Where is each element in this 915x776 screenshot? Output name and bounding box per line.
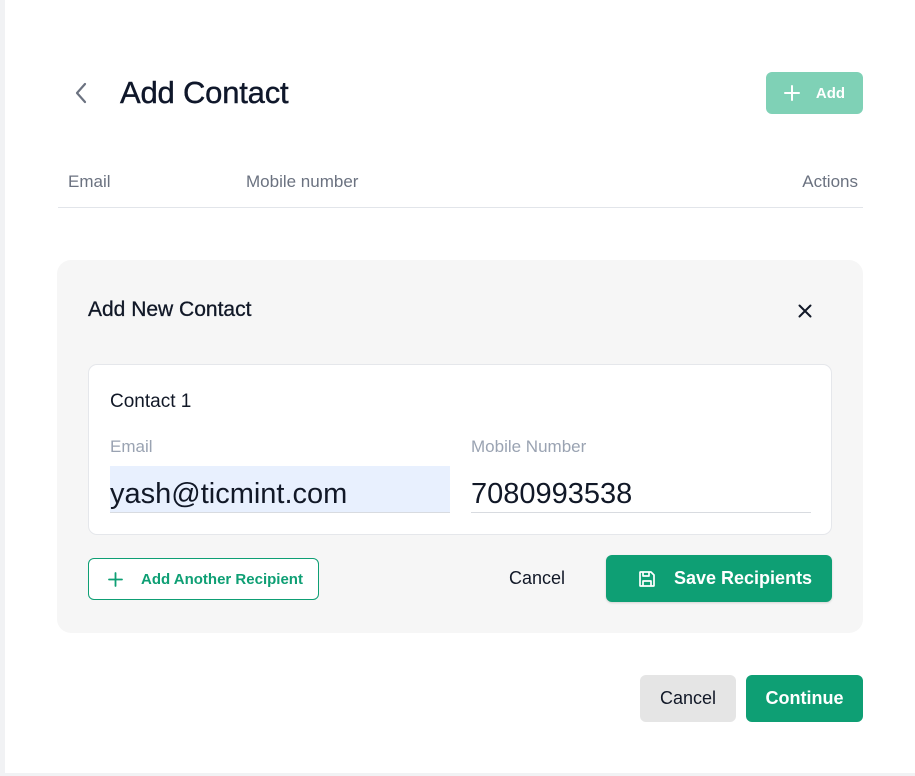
column-header-actions: Actions <box>802 172 858 191</box>
save-recipients-button[interactable]: Save Recipients <box>606 555 832 602</box>
add-another-recipient-label: Add Another Recipient <box>141 570 303 588</box>
save-icon <box>639 570 655 587</box>
footer-cancel-button[interactable]: Cancel <box>640 675 736 722</box>
close-icon <box>798 304 812 318</box>
add-button-label: Add <box>815 84 846 102</box>
column-header-mobile: Mobile number <box>246 172 359 191</box>
contact-card-title: Contact 1 <box>110 391 192 412</box>
panel-title: Add New Contact <box>88 298 252 321</box>
contact-card: Contact 1 Email Mobile Number <box>88 364 832 535</box>
add-another-recipient-button[interactable]: Add Another Recipient <box>88 558 319 600</box>
continue-button[interactable]: Continue <box>746 675 863 722</box>
table-header: Email Mobile number Actions <box>58 160 863 208</box>
column-header-email: Email <box>68 172 111 191</box>
page: Add Contact Add Email Mobile number Acti… <box>5 0 915 773</box>
save-recipients-label: Save Recipients <box>674 568 813 588</box>
email-label: Email <box>110 437 153 456</box>
close-button[interactable] <box>792 298 818 324</box>
chevron-left-icon <box>75 82 87 104</box>
plus-icon <box>108 571 123 587</box>
email-field[interactable] <box>110 466 450 513</box>
mobile-label: Mobile Number <box>471 437 587 456</box>
back-button[interactable] <box>68 80 94 106</box>
add-contact-panel: Add New Contact Contact 1 Email Mobile N… <box>57 260 863 633</box>
add-button[interactable]: Add <box>766 72 863 114</box>
page-title: Add Contact <box>120 75 289 110</box>
plus-icon <box>783 85 800 101</box>
mobile-number-field[interactable] <box>471 466 811 513</box>
panel-cancel-button[interactable]: Cancel <box>509 568 565 589</box>
